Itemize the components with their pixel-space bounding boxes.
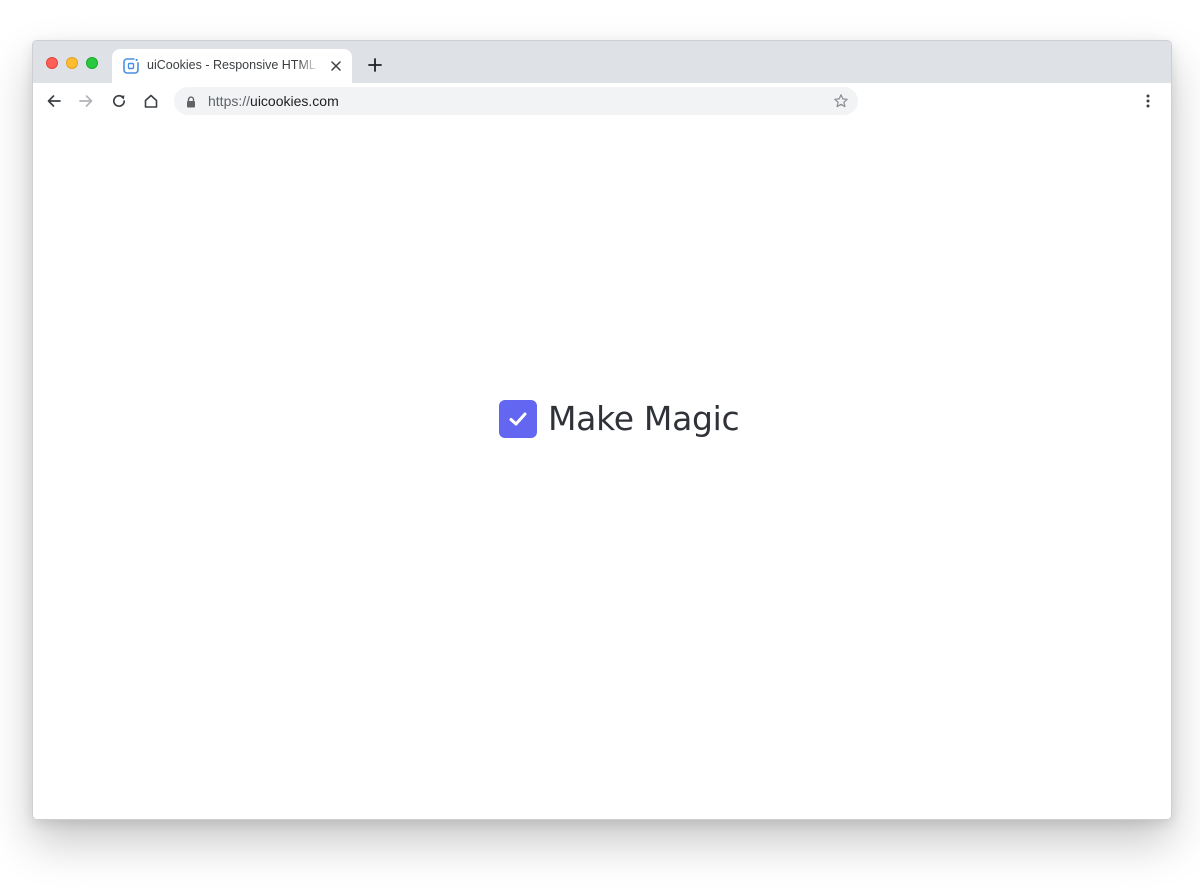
kebab-menu-icon[interactable] bbox=[1139, 92, 1157, 110]
checkbox-label: Make Magic bbox=[548, 399, 740, 438]
checkbox-checked[interactable] bbox=[499, 400, 537, 438]
star-icon[interactable] bbox=[833, 93, 849, 109]
tab-strip: uiCookies - Responsive HTML Templates bbox=[33, 41, 1171, 83]
tab-active[interactable]: uiCookies - Responsive HTML Templates bbox=[112, 49, 352, 83]
make-magic-checkbox[interactable]: Make Magic bbox=[499, 399, 740, 438]
page-content: Make Magic bbox=[33, 119, 1171, 819]
window-close-button[interactable] bbox=[46, 57, 58, 69]
tab-title: uiCookies - Responsive HTML Templates bbox=[147, 58, 319, 72]
browser-toolbar: https://uicookies.com bbox=[33, 83, 1171, 119]
browser-window: uiCookies - Responsive HTML Templates bbox=[32, 40, 1172, 820]
home-icon[interactable] bbox=[142, 92, 160, 110]
uicookies-favicon-icon bbox=[122, 57, 140, 75]
forward-arrow-icon[interactable] bbox=[77, 92, 95, 110]
back-arrow-icon[interactable] bbox=[45, 92, 63, 110]
plus-icon[interactable] bbox=[366, 56, 384, 74]
url-host: uicookies.com bbox=[250, 93, 339, 109]
close-icon[interactable] bbox=[329, 59, 343, 73]
address-bar[interactable]: https://uicookies.com bbox=[174, 87, 858, 115]
checkmark-icon bbox=[509, 412, 527, 426]
reload-icon[interactable] bbox=[110, 92, 128, 110]
window-minimize-button[interactable] bbox=[66, 57, 78, 69]
url-scheme: https:// bbox=[208, 93, 251, 109]
window-maximize-button[interactable] bbox=[86, 57, 98, 69]
url-text: https://uicookies.com bbox=[208, 93, 339, 109]
lock-icon bbox=[186, 95, 196, 108]
